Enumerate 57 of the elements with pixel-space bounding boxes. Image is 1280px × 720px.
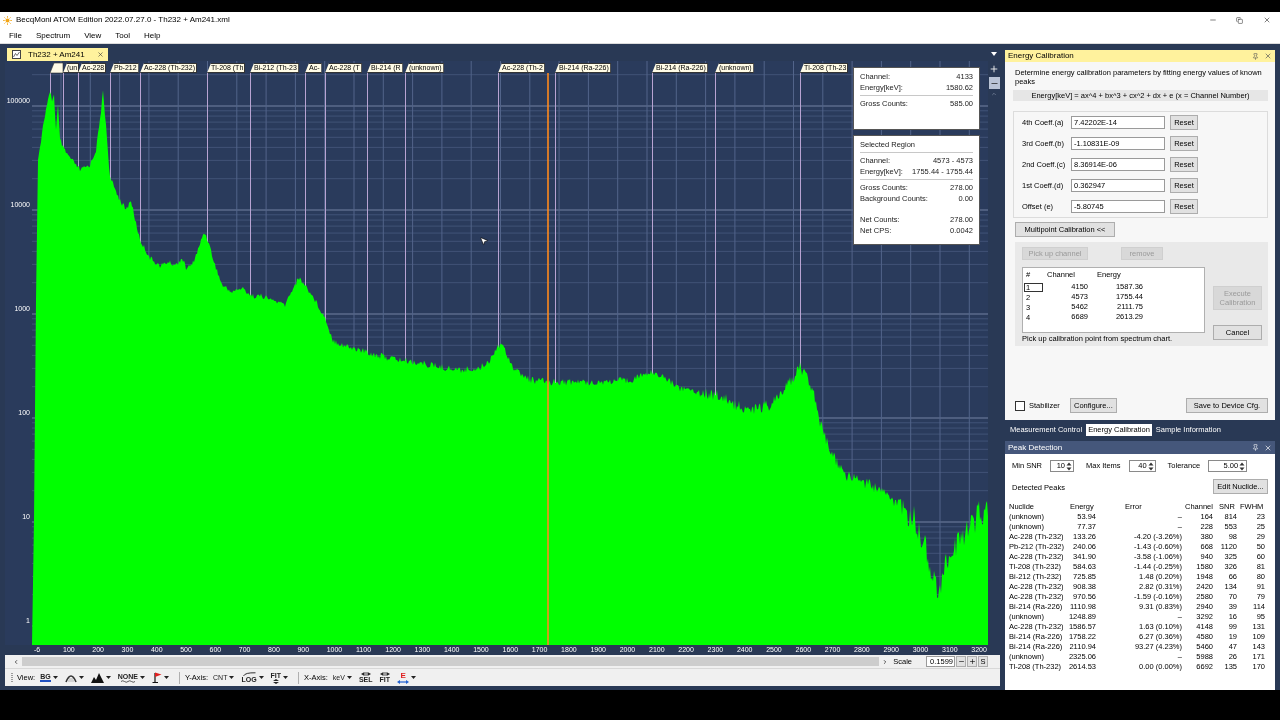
checkbox[interactable] — [1015, 400, 1025, 411]
window-title: BecqMoni ATOM Edition 2022.07.27.0 - Th232 + Am241.xml — [16, 14, 230, 26]
caret-icon — [139, 676, 145, 679]
caret-icon[interactable] — [991, 52, 997, 56]
caret-icon — [163, 676, 169, 679]
vertical-arrows-icon — [272, 678, 279, 684]
zoom-in-button[interactable] — [988, 63, 1000, 75]
restore-icon — [1236, 16, 1243, 24]
scale-up-button[interactable] — [967, 656, 977, 667]
spinner-arrows-icon[interactable] — [1239, 461, 1246, 471]
pin-icon[interactable] — [1252, 52, 1259, 60]
peaks-icon — [90, 672, 104, 683]
chevron-left-icon[interactable] — [13, 657, 19, 666]
minimize-icon — [1208, 16, 1217, 24]
zoom-out-button[interactable] — [988, 77, 1000, 89]
spinner-arrows-icon[interactable] — [1147, 461, 1154, 471]
arc-icon — [64, 672, 77, 683]
toolbar-button[interactable]: E — [395, 669, 419, 686]
spinner-arrows-icon[interactable] — [1066, 461, 1072, 471]
document-tab[interactable]: Th232 + Am241 — [7, 48, 108, 61]
mouse-pointer-icon — [479, 235, 489, 247]
close-icon[interactable] — [1264, 52, 1272, 60]
caret-icon — [411, 676, 417, 679]
caret-icon — [229, 676, 235, 679]
spectrum-chart[interactable] — [32, 61, 988, 645]
curve-icon — [242, 672, 256, 676]
wave-icon — [120, 679, 135, 683]
caret-icon — [283, 676, 289, 679]
close-icon[interactable] — [1264, 443, 1272, 452]
flag-icon — [151, 672, 162, 683]
caret-icon — [346, 676, 352, 679]
plus-icon — [989, 64, 999, 74]
caret-icon — [105, 676, 111, 679]
close-icon[interactable] — [97, 51, 104, 58]
menu-item[interactable]: Tool — [110, 29, 135, 42]
scale-down-button[interactable] — [956, 656, 966, 667]
menu-item[interactable]: View — [79, 29, 107, 42]
tab-label: Th232 + Am241 — [28, 48, 85, 61]
caret-icon — [78, 676, 84, 679]
caret-icon — [52, 676, 58, 679]
caret-icon — [258, 676, 264, 679]
plus-icon — [968, 658, 976, 665]
chart-icon — [12, 50, 21, 59]
close-icon — [1262, 16, 1271, 24]
horizontal-arrows-icon — [360, 672, 371, 676]
menu-item[interactable]: Spectrum — [30, 29, 76, 42]
panel-title: Peak Detection — [1008, 441, 1063, 454]
double-arrow-icon — [397, 679, 410, 684]
panel-title: Energy Calibration — [1008, 50, 1074, 62]
chevron-right-icon[interactable] — [882, 657, 889, 666]
minus-icon — [957, 658, 965, 665]
menu-item[interactable]: Help — [139, 29, 166, 42]
sun-icon — [3, 15, 12, 25]
horizontal-arrows-icon — [379, 672, 390, 676]
scrollbar-thumb[interactable] — [22, 657, 880, 666]
menu-item[interactable]: File — [4, 29, 27, 42]
pin-icon[interactable] — [1252, 444, 1259, 451]
